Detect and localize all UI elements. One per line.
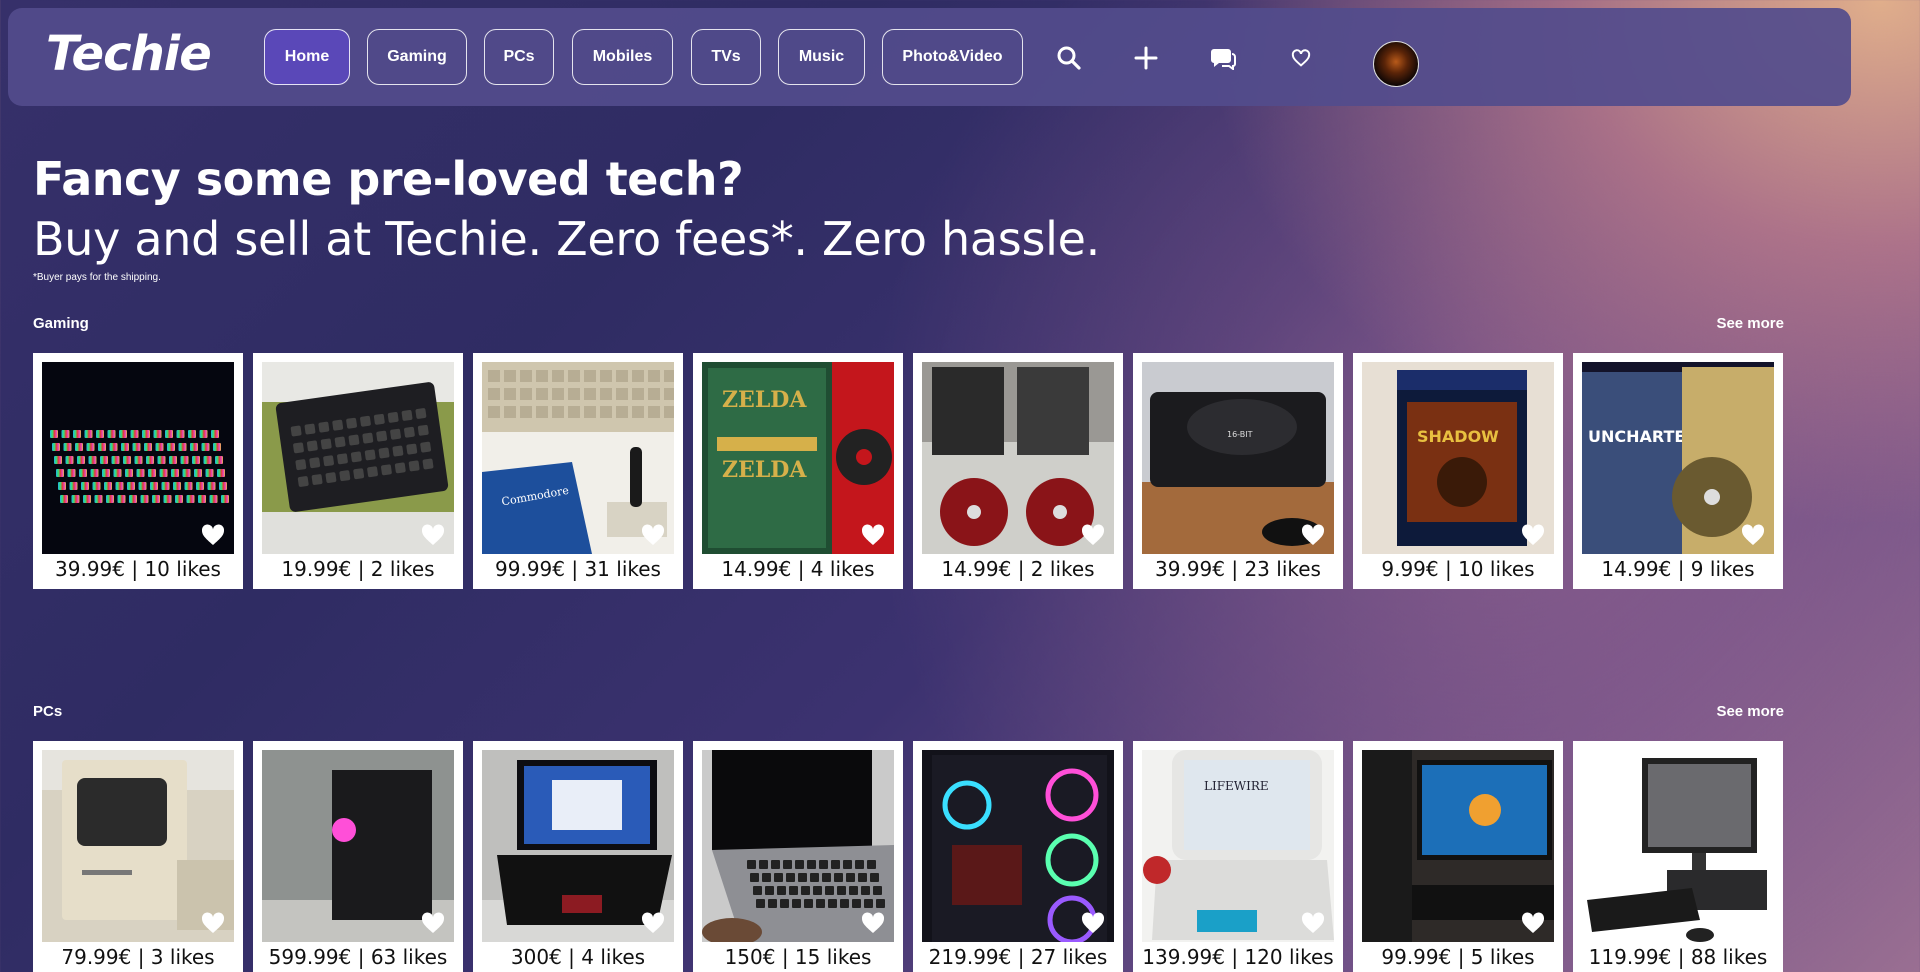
plus-icon[interactable] <box>1132 44 1160 72</box>
product-card[interactable]: UNCHARTED3 14.99€ | 9 likes <box>1573 353 1783 589</box>
like-heart-icon[interactable] <box>641 524 665 546</box>
heart-icon[interactable] <box>1287 44 1315 72</box>
svg-text:ZELDA: ZELDA <box>722 387 807 413</box>
like-heart-icon[interactable] <box>1081 524 1105 546</box>
product-card[interactable]: 19.99€ | 2 likes <box>253 353 463 589</box>
like-heart-icon[interactable] <box>861 524 885 546</box>
product-image[interactable] <box>482 750 674 942</box>
like-heart-icon[interactable] <box>1301 912 1325 934</box>
svg-text:SHADOW: SHADOW <box>1417 427 1499 446</box>
see-more-gaming[interactable]: See more <box>1700 315 1784 332</box>
product-caption: 139.99€ | 120 likes <box>1142 945 1334 969</box>
like-heart-icon[interactable] <box>1521 524 1545 546</box>
product-card[interactable]: 599.99€ | 63 likes <box>253 741 463 972</box>
product-card[interactable]: ZELDA ZELDA 14.99€ | 4 likes <box>693 353 903 589</box>
product-caption: 39.99€ | 23 likes <box>1155 557 1321 581</box>
tab-home[interactable]: Home <box>264 29 350 85</box>
gaming-row: 39.99€ | 10 likes 19.99€ | 2 likes Commodo… <box>33 353 1793 589</box>
product-caption: 300€ | 4 likes <box>510 945 646 969</box>
like-heart-icon[interactable] <box>421 524 445 546</box>
product-image[interactable] <box>262 750 454 942</box>
product-image[interactable]: 16-BIT <box>1142 362 1334 554</box>
product-card[interactable]: 14.99€ | 2 likes <box>913 353 1123 589</box>
navbar: Techie Home Gaming PCs Mobiles TVs Music… <box>8 8 1851 106</box>
product-caption: 219.99€ | 27 likes <box>928 945 1108 969</box>
product-caption: 99.99€ | 5 likes <box>1381 945 1535 969</box>
svg-text:ZELDA: ZELDA <box>722 457 807 483</box>
logo[interactable]: Techie <box>46 26 212 82</box>
product-card[interactable]: 119.99€ | 88 likes <box>1573 741 1783 972</box>
product-card[interactable]: 79.99€ | 3 likes <box>33 741 243 972</box>
hero-footnote: *Buyer pays for the shipping. <box>33 272 161 283</box>
like-heart-icon[interactable] <box>201 524 225 546</box>
like-heart-icon[interactable] <box>641 912 665 934</box>
avatar[interactable] <box>1373 41 1419 87</box>
product-caption: 14.99€ | 2 likes <box>941 557 1095 581</box>
product-image[interactable] <box>42 750 234 942</box>
product-image[interactable]: LIFEWIRE <box>1142 750 1334 942</box>
product-image[interactable] <box>922 750 1114 942</box>
tab-photo-video[interactable]: Photo&Video <box>882 29 1023 85</box>
like-heart-icon[interactable] <box>201 912 225 934</box>
tab-mobiles[interactable]: Mobiles <box>572 29 673 85</box>
tab-music[interactable]: Music <box>778 29 865 85</box>
product-caption: 79.99€ | 3 likes <box>61 945 215 969</box>
product-image[interactable] <box>1582 750 1774 942</box>
product-card[interactable]: SHADOW 9.99€ | 10 likes <box>1353 353 1563 589</box>
svg-text:16-BIT: 16-BIT <box>1227 430 1253 439</box>
hero-headline: Fancy some pre-loved tech? <box>33 152 744 206</box>
product-card[interactable]: Commodore 99.99€ | 31 likes <box>473 353 683 589</box>
product-caption: 150€ | 15 likes <box>724 945 872 969</box>
like-heart-icon[interactable] <box>1521 912 1545 934</box>
product-caption: 9.99€ | 10 likes <box>1381 557 1535 581</box>
section-title-gaming: Gaming <box>33 315 89 332</box>
hero-subheadline: Buy and sell at Techie. Zero fees*. Zero… <box>33 212 1100 266</box>
product-image[interactable] <box>42 362 234 554</box>
product-image[interactable]: ZELDA ZELDA <box>702 362 894 554</box>
tab-tvs[interactable]: TVs <box>691 29 761 85</box>
product-caption: 14.99€ | 4 likes <box>721 557 875 581</box>
product-caption: 599.99€ | 63 likes <box>268 945 448 969</box>
product-image-screen-text: LIFEWIRE <box>1204 779 1269 793</box>
chat-icon[interactable] <box>1209 44 1237 72</box>
product-image[interactable] <box>262 362 454 554</box>
like-heart-icon[interactable] <box>1301 524 1325 546</box>
product-caption: 39.99€ | 10 likes <box>55 557 221 581</box>
product-card[interactable]: 219.99€ | 27 likes <box>913 741 1123 972</box>
product-caption: 119.99€ | 88 likes <box>1588 945 1768 969</box>
search-icon[interactable] <box>1055 44 1083 72</box>
see-more-pcs[interactable]: See more <box>1700 703 1784 720</box>
product-image[interactable] <box>702 750 894 942</box>
section-title-pcs: PCs <box>33 703 63 720</box>
like-heart-icon[interactable] <box>1741 912 1765 934</box>
product-card[interactable]: 16-BIT 39.99€ | 23 likes <box>1133 353 1343 589</box>
product-image[interactable] <box>1362 750 1554 942</box>
product-card[interactable]: 39.99€ | 10 likes <box>33 353 243 589</box>
like-heart-icon[interactable] <box>861 912 885 934</box>
product-caption: 19.99€ | 2 likes <box>281 557 435 581</box>
product-caption: 99.99€ | 31 likes <box>495 557 661 581</box>
product-card[interactable]: 99.99€ | 5 likes <box>1353 741 1563 972</box>
tab-pcs[interactable]: PCs <box>484 29 554 85</box>
product-image[interactable]: SHADOW <box>1362 362 1554 554</box>
product-image[interactable] <box>922 362 1114 554</box>
like-heart-icon[interactable] <box>421 912 445 934</box>
pcs-row: 79.99€ | 3 likes 599.99€ | 63 likes 300€ |… <box>33 741 1793 972</box>
product-card[interactable]: 150€ | 15 likes <box>693 741 903 972</box>
product-image[interactable]: Commodore <box>482 362 674 554</box>
product-card[interactable]: LIFEWIRE 139.99€ | 120 likes <box>1133 741 1343 972</box>
product-image[interactable]: UNCHARTED3 <box>1582 362 1774 554</box>
like-heart-icon[interactable] <box>1081 912 1105 934</box>
tab-gaming[interactable]: Gaming <box>367 29 467 85</box>
like-heart-icon[interactable] <box>1741 524 1765 546</box>
product-caption: 14.99€ | 9 likes <box>1601 557 1755 581</box>
product-card[interactable]: 300€ | 4 likes <box>473 741 683 972</box>
